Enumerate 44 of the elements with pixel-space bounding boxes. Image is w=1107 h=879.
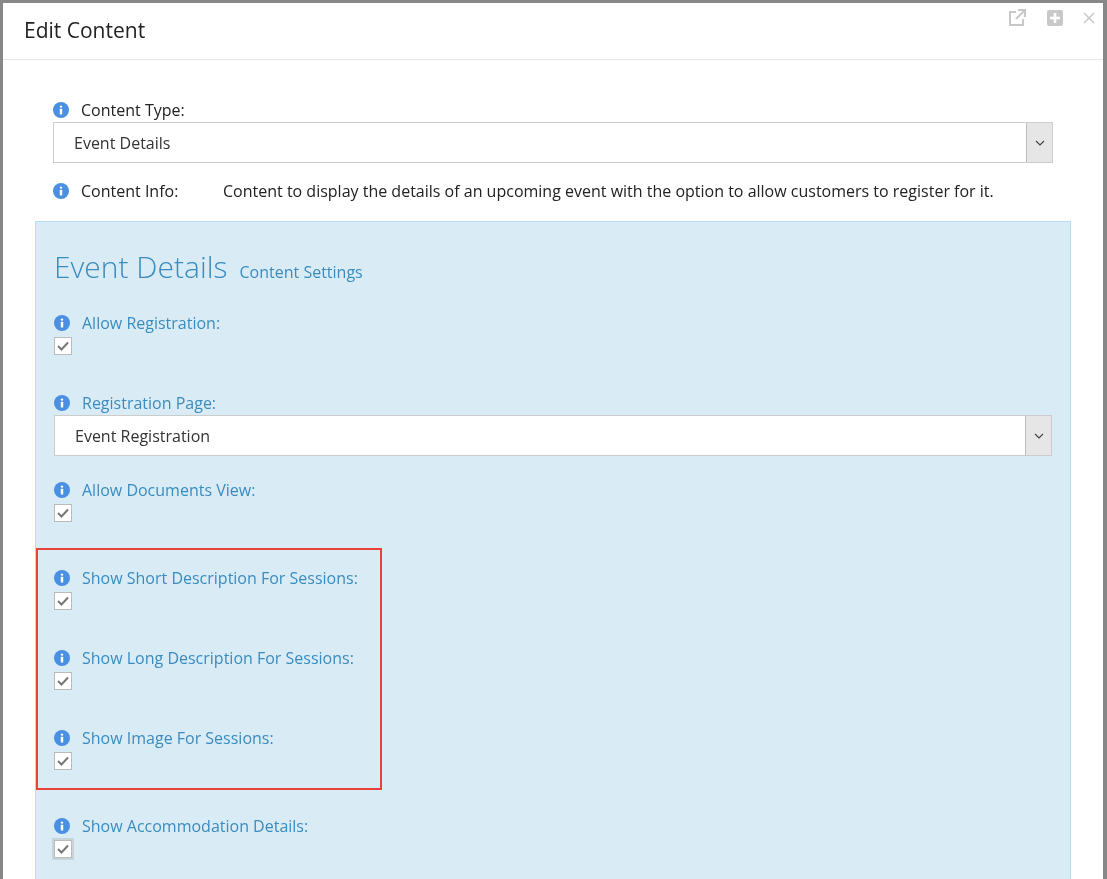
select-value: Event Details [73, 130, 172, 155]
content-description: Content to display the details of an upcoming event with the option to allow customers to register for it. [223, 179, 994, 203]
info-icon[interactable] [54, 395, 70, 411]
chevron-down-icon [1033, 432, 1044, 439]
select-value: Event Registration [74, 423, 212, 448]
window-title: Edit Content [24, 15, 146, 47]
select-field[interactable]: Event Details [53, 122, 1053, 163]
setting-label: Registration Page: [82, 391, 217, 415]
checkbox[interactable] [54, 592, 72, 610]
setting-label: Show Image For Sessions: [82, 726, 274, 750]
checkbox[interactable] [54, 504, 72, 522]
dropdown-toggle[interactable] [1026, 123, 1052, 162]
checkmark-icon [57, 508, 69, 518]
setting-label: Allow Registration: [82, 311, 221, 335]
field-label: Content Info: [81, 179, 180, 203]
checkbox[interactable] [54, 752, 72, 770]
checkmark-icon [57, 676, 69, 686]
setting-label: Show Short Description For Sessions: [82, 566, 358, 590]
chevron-down-icon [1034, 139, 1045, 146]
info-icon[interactable] [54, 482, 70, 498]
info-icon[interactable] [54, 650, 70, 666]
info-icon[interactable] [54, 730, 70, 746]
plus-icon[interactable] [1047, 10, 1063, 26]
select-field[interactable]: Event Registration [54, 415, 1052, 456]
checkmark-icon [57, 341, 69, 351]
info-icon[interactable] [53, 183, 69, 199]
field-label: Content Type: [81, 98, 185, 122]
checkmark-icon [57, 844, 69, 854]
setting-label: Show Accommodation Details: [82, 814, 309, 838]
checkmark-icon [57, 756, 69, 766]
dropdown-toggle[interactable] [1025, 416, 1051, 455]
panel-subtitle: Content Settings [239, 260, 363, 284]
info-icon[interactable] [53, 102, 69, 118]
info-icon[interactable] [54, 818, 70, 834]
checkbox[interactable] [54, 672, 72, 690]
setting-label: Show Long Description For Sessions: [82, 646, 354, 670]
setting-label: Allow Documents View: [82, 478, 256, 502]
external-link-icon[interactable] [1007, 8, 1027, 28]
checkmark-icon [57, 596, 69, 606]
close-icon[interactable] [1083, 12, 1095, 24]
panel-title: Event Details [54, 245, 228, 289]
info-icon[interactable] [54, 570, 70, 586]
info-icon[interactable] [54, 315, 70, 331]
checkbox[interactable] [54, 337, 72, 355]
